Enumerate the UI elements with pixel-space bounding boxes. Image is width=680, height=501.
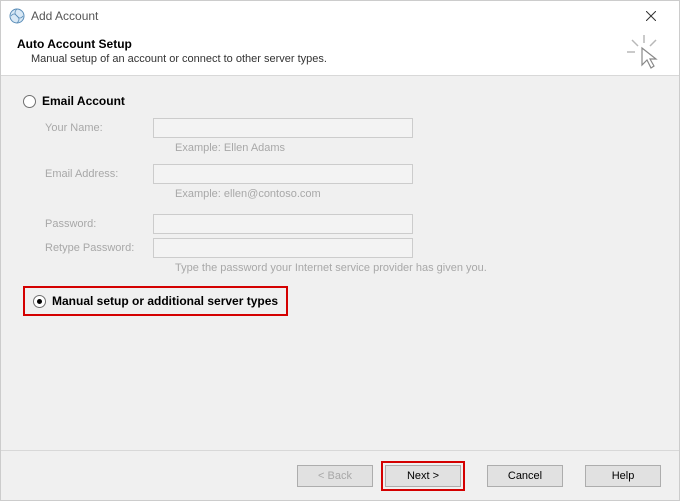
option-manual-setup[interactable]: Manual setup or additional server types [33,294,278,308]
label-email: Email Address: [23,168,153,180]
label-your-name: Your Name: [23,122,153,134]
page-subtitle: Manual setup of an account or connect to… [17,53,663,65]
hint-your-name: Example: Ellen Adams [175,142,659,154]
next-button[interactable]: Next > [385,465,461,487]
wizard-footer: < Back Next > Cancel Help [1,450,679,500]
input-retype-password [153,238,413,258]
radio-email-account-label: Email Account [42,94,125,108]
hint-password: Type the password your Internet service … [175,262,659,274]
input-your-name [153,118,413,138]
input-password [153,214,413,234]
wizard-header: Auto Account Setup Manual setup of an ac… [1,31,679,75]
cancel-button[interactable]: Cancel [487,465,563,487]
row-password: Password: [23,214,659,234]
radio-manual-setup[interactable] [33,295,46,308]
label-retype-password: Retype Password: [23,242,153,254]
hint-email: Example: ellen@contoso.com [175,188,659,200]
close-icon [646,11,656,21]
radio-manual-setup-label: Manual setup or additional server types [52,294,278,308]
label-password: Password: [23,218,153,230]
row-email: Email Address: [23,164,659,184]
page-title: Auto Account Setup [17,37,663,51]
wizard-content: Email Account Your Name: Example: Ellen … [1,76,679,450]
input-email [153,164,413,184]
back-button: < Back [297,465,373,487]
close-button[interactable] [631,2,671,30]
titlebar: Add Account [1,1,679,31]
row-retype-password: Retype Password: [23,238,659,258]
option-email-account[interactable]: Email Account [23,94,659,108]
app-icon [9,8,25,24]
radio-email-account[interactable] [23,95,36,108]
window-title: Add Account [31,9,631,23]
help-button[interactable]: Help [585,465,661,487]
decorative-cursor-icon [627,35,661,72]
next-button-highlight: Next > [381,461,465,491]
option-manual-setup-highlight: Manual setup or additional server types [23,286,288,316]
row-your-name: Your Name: [23,118,659,138]
